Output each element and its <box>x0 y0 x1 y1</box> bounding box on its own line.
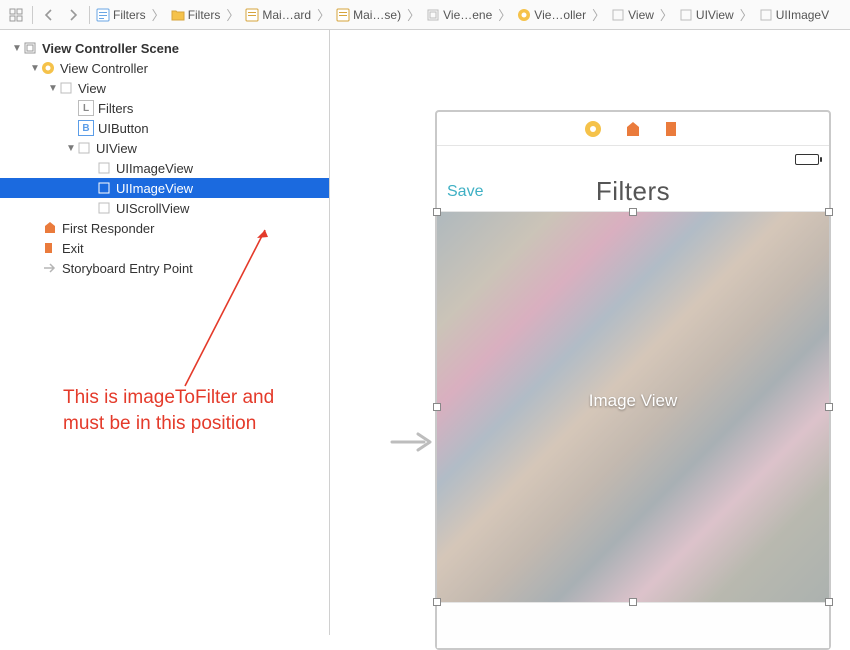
outline-exit[interactable]: Exit <box>0 238 329 258</box>
outline-label: UIImageView <box>116 161 193 176</box>
outline-label: First Responder <box>62 221 154 236</box>
outline-label: UIButton <box>98 121 149 136</box>
crumb-label: Vie…ene <box>443 8 492 22</box>
outline-label: View Controller <box>60 61 148 76</box>
chevron-right-icon: 〉 <box>224 5 241 24</box>
crumb-label: Mai…ard <box>262 8 311 22</box>
arrow-right-icon <box>42 260 58 276</box>
breadcrumb-bar: Filters 〉 Filters 〉 Mai…ard 〉 Mai…se) 〉 … <box>0 0 850 30</box>
viewcontroller-icon <box>40 60 56 76</box>
chevron-right-icon: 〉 <box>658 5 675 24</box>
view-icon <box>96 160 112 176</box>
crumb-uiview[interactable]: UIView <box>679 8 734 22</box>
crumb-label: Filters <box>188 8 221 22</box>
viewcontroller-dock-icon[interactable] <box>584 120 602 138</box>
outline-label: Exit <box>62 241 84 256</box>
outline-scene[interactable]: ▼ View Controller Scene <box>0 38 329 58</box>
view-icon <box>611 8 625 22</box>
annotation-line1: This is imageToFilter and <box>63 387 274 408</box>
view-icon <box>96 200 112 216</box>
outline-label: UIImageView <box>116 181 193 196</box>
save-button[interactable]: Save <box>447 183 507 201</box>
related-items-icon[interactable] <box>6 5 26 25</box>
outline-filters-label[interactable]: L Filters <box>0 98 329 118</box>
chevron-right-icon: 〉 <box>405 5 422 24</box>
label-icon: L <box>78 100 94 116</box>
view-icon <box>58 80 74 96</box>
outline-viewcontroller[interactable]: ▼ View Controller <box>0 58 329 78</box>
outline-first-responder[interactable]: First Responder <box>0 218 329 238</box>
filter-scroll-area[interactable] <box>437 602 829 648</box>
outline-uiscrollview[interactable]: UIScrollView <box>0 198 329 218</box>
first-responder-icon <box>42 220 58 236</box>
device-preview[interactable]: Save Filters Image View <box>435 110 831 650</box>
interface-builder-canvas[interactable]: Save Filters Image View <box>330 30 850 635</box>
button-icon: B <box>78 120 94 136</box>
battery-icon <box>795 154 819 165</box>
status-bar <box>437 146 829 172</box>
chevron-right-icon: 〉 <box>590 5 607 24</box>
outline-label: UIScrollView <box>116 201 189 216</box>
storyboard-file-icon <box>336 8 350 22</box>
outline-uiview[interactable]: ▼ UIView <box>0 138 329 158</box>
outline-label: Filters <box>98 101 133 116</box>
crumb-project[interactable]: Filters <box>96 8 146 22</box>
crumb-label: Filters <box>113 8 146 22</box>
outline-label: View Controller Scene <box>42 41 179 56</box>
nav-title: Filters <box>507 176 759 207</box>
outline-uiimageview-2[interactable]: UIImageView <box>0 178 329 198</box>
exit-dock-icon[interactable] <box>664 120 682 138</box>
outline-label: View <box>78 81 106 96</box>
crumb-label: UIImageV <box>776 8 829 22</box>
crumb-label: Mai…se) <box>353 8 401 22</box>
storyboard-file-icon <box>245 8 259 22</box>
view-icon <box>76 140 92 156</box>
scene-icon <box>22 40 38 56</box>
crumb-uiimageview[interactable]: UIImageV <box>759 8 829 22</box>
disclosure-triangle-icon[interactable]: ▼ <box>66 143 76 154</box>
disclosure-triangle-icon[interactable]: ▼ <box>30 63 40 74</box>
outline-uibutton[interactable]: B UIButton <box>0 118 329 138</box>
annotation-line2: must be in this position <box>63 413 256 434</box>
scene-dock <box>437 112 829 146</box>
outline-label: Storyboard Entry Point <box>62 261 193 276</box>
crumb-viewcontroller[interactable]: Vie…oller <box>517 8 586 22</box>
crumb-folder[interactable]: Filters <box>171 8 221 22</box>
outline-view[interactable]: ▼ View <box>0 78 329 98</box>
chevron-right-icon: 〉 <box>315 5 332 24</box>
crumb-storyboard2[interactable]: Mai…se) <box>336 8 401 22</box>
entry-point-arrow-icon[interactable] <box>390 430 436 454</box>
image-view-label: Image View <box>437 391 829 411</box>
outline-entry-point[interactable]: Storyboard Entry Point <box>0 258 329 278</box>
crumb-label: Vie…oller <box>534 8 586 22</box>
crumb-view[interactable]: View <box>611 8 654 22</box>
document-outline: ▼ View Controller Scene ▼ View Controlle… <box>0 30 330 635</box>
folder-icon <box>171 8 185 22</box>
disclosure-triangle-icon[interactable]: ▼ <box>48 83 58 94</box>
view-icon <box>96 180 112 196</box>
chevron-right-icon: 〉 <box>738 5 755 24</box>
chevron-right-icon: 〉 <box>496 5 513 24</box>
viewcontroller-icon <box>517 8 531 22</box>
navigation-bar: Save Filters <box>437 172 829 212</box>
disclosure-triangle-icon[interactable]: ▼ <box>12 43 22 54</box>
crumb-scene[interactable]: Vie…ene <box>426 8 492 22</box>
crumb-storyboard1[interactable]: Mai…ard <box>245 8 311 22</box>
crumb-label: UIView <box>696 8 734 22</box>
view-icon <box>759 8 773 22</box>
view-icon <box>679 8 693 22</box>
annotation-text: This is imageToFilter and must be in thi… <box>63 385 274 436</box>
image-view[interactable]: Image View <box>437 212 829 602</box>
outline-uiimageview-1[interactable]: UIImageView <box>0 158 329 178</box>
exit-icon <box>42 240 58 256</box>
back-icon[interactable] <box>39 5 59 25</box>
chevron-right-icon: 〉 <box>150 5 167 24</box>
scene-icon <box>426 8 440 22</box>
outline-label: UIView <box>96 141 137 156</box>
first-responder-dock-icon[interactable] <box>624 120 642 138</box>
swift-file-icon <box>96 8 110 22</box>
crumb-label: View <box>628 8 654 22</box>
forward-icon[interactable] <box>63 5 83 25</box>
